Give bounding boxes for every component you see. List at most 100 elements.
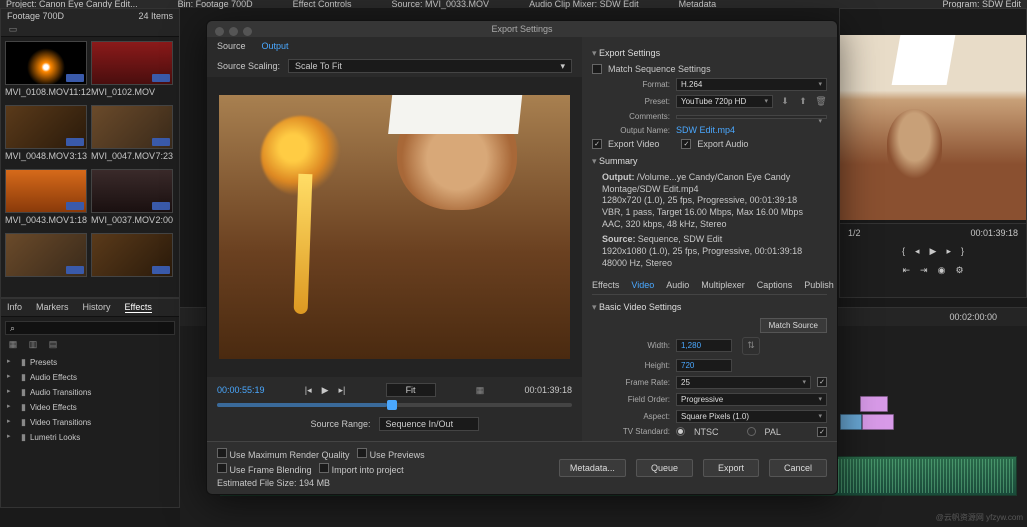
link-dimensions-icon[interactable]: ⇅ xyxy=(742,337,760,355)
import-preset-icon[interactable]: ⬆ xyxy=(797,96,809,108)
clip-thumbnail[interactable]: MVI_0037.MOV2:00 xyxy=(91,169,173,225)
save-preset-icon[interactable]: ⬇ xyxy=(779,96,791,108)
preview-tc-in[interactable]: 00:00:55:19 xyxy=(217,385,265,395)
export-settings-dialog: Export Settings Source Output Source Sca… xyxy=(206,20,838,495)
subtab-captions[interactable]: Captions xyxy=(757,280,793,290)
effects-icon-3[interactable]: ▤ xyxy=(47,339,59,351)
video-clip[interactable] xyxy=(840,414,862,430)
play-icon[interactable]: ▶ xyxy=(322,385,329,396)
subtab-publish[interactable]: Publish xyxy=(804,280,834,290)
clip-thumbnail[interactable]: MVI_0108.MOV11:12 xyxy=(5,41,87,97)
tv-ntsc-radio[interactable] xyxy=(676,427,685,436)
source-scaling-label: Source Scaling: xyxy=(217,61,280,71)
step-back-icon[interactable]: |◂ xyxy=(305,385,312,396)
tv-pal-radio[interactable] xyxy=(747,427,756,436)
tab-markers[interactable]: Markers xyxy=(36,302,69,313)
source-range-select[interactable]: Sequence In/Out xyxy=(379,417,479,431)
queue-button[interactable]: Queue xyxy=(636,459,693,477)
clip-thumbnail[interactable] xyxy=(5,233,87,279)
subtab-audio[interactable]: Audio xyxy=(666,280,689,290)
export-audio-checkbox[interactable] xyxy=(681,139,691,149)
export-video-checkbox[interactable] xyxy=(592,139,602,149)
tab-info[interactable]: Info xyxy=(7,302,22,313)
clip-thumbnail[interactable] xyxy=(91,233,173,279)
zoom-icon xyxy=(243,27,252,36)
output-name-link[interactable]: SDW Edit.mp4 xyxy=(676,125,735,135)
window-controls[interactable] xyxy=(215,27,252,36)
play-icon[interactable]: ▶ xyxy=(930,246,937,257)
video-clip[interactable] xyxy=(860,396,888,412)
preview-tabs: Source Output xyxy=(207,37,582,55)
export-button[interactable]: Export xyxy=(703,459,759,477)
bin-toolbar: ▭ xyxy=(1,23,179,37)
export-settings-section[interactable]: Export Settings xyxy=(592,45,827,62)
effects-folder[interactable]: ▮Presets xyxy=(7,355,173,370)
watermark-text: @云帆资源网 yfzyw.com xyxy=(936,512,1023,523)
basic-video-section[interactable]: Basic Video Settings xyxy=(592,299,827,316)
step-back-icon[interactable]: ◂ xyxy=(915,246,920,257)
clip-thumbnail[interactable]: MVI_0048.MOV3:13 xyxy=(5,105,87,161)
mark-in-icon[interactable]: { xyxy=(902,246,905,257)
aspect-select[interactable]: Square Pixels (1.0) xyxy=(676,410,827,423)
clip-thumbnail[interactable]: MVI_0102.MOV xyxy=(91,41,173,97)
effects-search-input[interactable]: ⌕ xyxy=(5,321,175,335)
lift-icon[interactable]: ⇤ xyxy=(902,265,910,276)
field-order-select[interactable]: Progressive xyxy=(676,393,827,406)
preview-scrubber[interactable] xyxy=(217,403,572,407)
folder-icon: ▭ xyxy=(7,24,19,36)
step-fwd-icon[interactable]: ▸ xyxy=(946,246,951,257)
subtab-effects[interactable]: Effects xyxy=(592,280,619,290)
source-scaling-select[interactable]: Scale To Fit▾ xyxy=(288,59,572,73)
preview-tc-out: 00:01:39:18 xyxy=(524,385,572,395)
profile-select[interactable]: High xyxy=(676,441,827,442)
summary-section[interactable]: Summary xyxy=(592,153,827,170)
framerate-select[interactable]: 25 xyxy=(676,376,811,389)
effects-icon[interactable]: ▦ xyxy=(7,339,19,351)
tab-output[interactable]: Output xyxy=(262,41,289,51)
use-previews-checkbox[interactable] xyxy=(357,448,367,458)
delete-preset-icon[interactable]: 🗑 xyxy=(815,96,827,108)
frame-blending-checkbox[interactable] xyxy=(217,463,227,473)
mark-out-icon[interactable]: } xyxy=(961,246,964,257)
import-project-checkbox[interactable] xyxy=(319,463,329,473)
video-clip[interactable] xyxy=(862,414,894,430)
tab-history[interactable]: History xyxy=(83,302,111,313)
max-quality-checkbox[interactable] xyxy=(217,448,227,458)
subtab-multiplexer[interactable]: Multiplexer xyxy=(701,280,745,290)
step-fwd-icon[interactable]: ▸| xyxy=(339,385,346,396)
effects-tabs: Info Markers History Effects xyxy=(1,299,179,317)
effects-panel: Info Markers History Effects ⌕ ▦ ▥ ▤ ▮Presets… xyxy=(0,298,180,508)
tab-source[interactable]: Source xyxy=(217,41,246,51)
subtab-video[interactable]: Video xyxy=(631,280,654,290)
extract-icon[interactable]: ⇥ xyxy=(920,265,928,276)
comments-input[interactable] xyxy=(676,115,827,119)
cancel-button[interactable]: Cancel xyxy=(769,459,827,477)
program-monitor: 1/200:01:39:18 { ◂ ▶ ▸ } ⇤ ⇥ ◉ ⚙ xyxy=(839,8,1027,298)
clip-thumbnail[interactable]: MVI_0047.MOV7:23 xyxy=(91,105,173,161)
width-input[interactable]: 1,280 xyxy=(676,339,732,352)
effects-folder[interactable]: ▮Audio Effects xyxy=(7,370,173,385)
match-source-button[interactable]: Match Source xyxy=(760,318,827,333)
metadata-button[interactable]: Metadata... xyxy=(559,459,626,477)
effects-folder[interactable]: ▮Video Effects xyxy=(7,400,173,415)
tv-lock-checkbox[interactable] xyxy=(817,427,827,437)
effects-icon-2[interactable]: ▥ xyxy=(27,339,39,351)
effects-folder[interactable]: ▮Video Transitions xyxy=(7,415,173,430)
search-icon: ⌕ xyxy=(10,323,15,334)
tab-effects[interactable]: Effects xyxy=(125,302,152,313)
project-bin-panel: Footage 700D24 Items ▭ MVI_0108.MOV11:12… xyxy=(0,8,180,298)
settings-icon[interactable]: ⚙ xyxy=(955,265,963,276)
export-frame-icon[interactable]: ◉ xyxy=(938,265,946,276)
effects-folder[interactable]: ▮Audio Transitions xyxy=(7,385,173,400)
height-input[interactable]: 720 xyxy=(676,359,732,372)
framerate-lock-checkbox[interactable] xyxy=(817,377,827,387)
format-select[interactable]: H.264 xyxy=(676,78,827,91)
preset-select[interactable]: YouTube 720p HD xyxy=(676,95,773,108)
match-sequence-checkbox[interactable] xyxy=(592,64,602,74)
effects-folder[interactable]: ▮Lumetri Looks xyxy=(7,430,173,445)
dialog-footer: Use Maximum Render Quality Use Previews … xyxy=(207,441,837,494)
clip-thumbnail[interactable]: MVI_0043.MOV1:18 xyxy=(5,169,87,225)
preview-fit-select[interactable]: Fit xyxy=(386,383,436,397)
aspect-correction-icon[interactable]: ▦ xyxy=(476,385,485,396)
effects-tree: ▮Presets▮Audio Effects▮Audio Transitions… xyxy=(1,351,179,449)
